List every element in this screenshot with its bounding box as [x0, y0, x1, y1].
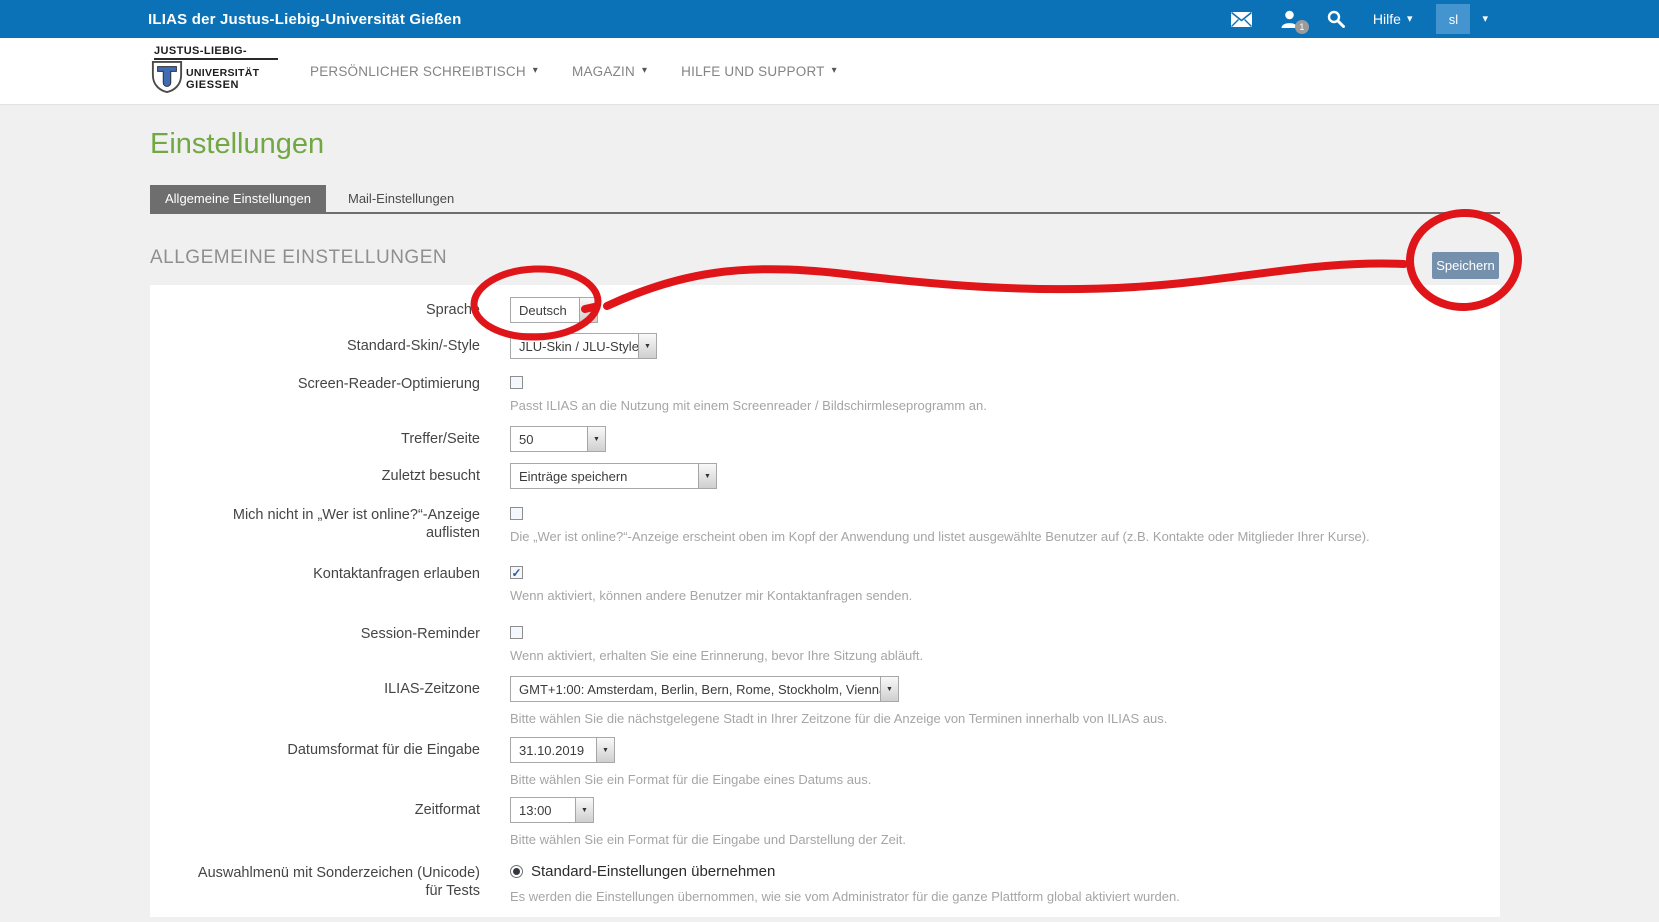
chevron-down-icon: ▾: [533, 66, 538, 76]
form-row-sonderzeichen: Auswahlmenü mit Sonderzeichen (Unicode) …: [150, 860, 1500, 905]
menu-item-label: MAGAZIN: [572, 64, 635, 79]
user-menu-button[interactable]: sl: [1436, 4, 1470, 34]
field-label: Zeitformat: [150, 797, 480, 848]
main-menu: PERSÖNLICHER SCHREIBTISCH ▾ MAGAZIN ▾ HI…: [310, 64, 837, 79]
form-row-treffer: Treffer/Seite 50 ▼: [150, 426, 1500, 452]
screenreader-checkbox[interactable]: ✓: [510, 376, 523, 389]
chevron-down-icon: ▼: [596, 738, 614, 762]
logo-line3: GIESSEN: [186, 79, 259, 91]
select-value: 50: [511, 427, 587, 451]
section-heading: ALLGEMEINE EINSTELLUNGEN: [150, 247, 1500, 269]
form-row-wer-ist-online: Mich nicht in „Wer ist online?“-Anzeige …: [150, 502, 1500, 545]
form-row-session-reminder: Session-Reminder ✓ Wenn aktiviert, erhal…: [150, 621, 1500, 664]
field-label: ILIAS-Zeitzone: [150, 676, 480, 727]
help-menu-button[interactable]: Hilfe ▾: [1359, 0, 1427, 38]
chevron-down-icon: ▼: [698, 464, 716, 488]
chevron-down-icon[interactable]: ▾: [1470, 14, 1500, 25]
session-reminder-checkbox[interactable]: ✓: [510, 626, 523, 639]
tab-allgemeine-einstellungen[interactable]: Allgemeine Einstellungen: [150, 185, 326, 212]
field-label: Zuletzt besucht: [150, 463, 480, 489]
zeitzone-select[interactable]: GMT+1:00: Amsterdam, Berlin, Bern, Rome,…: [510, 676, 899, 702]
top-bar: ILIAS der Justus-Liebig-Universität Gieß…: [0, 0, 1659, 38]
field-label-line2: auflisten: [150, 524, 480, 542]
wer-ist-online-checkbox[interactable]: ✓: [510, 507, 523, 520]
app-title: ILIAS der Justus-Liebig-Universität Gieß…: [148, 11, 461, 28]
field-help: Bitte wählen Sie ein Format für die Eing…: [510, 771, 871, 788]
save-button[interactable]: Speichern: [1432, 252, 1499, 279]
field-label: Mich nicht in „Wer ist online?“-Anzeige …: [150, 502, 480, 545]
logo-line1: JUSTUS-LIEBIG-: [154, 45, 278, 60]
select-value: Einträge speichern: [511, 464, 698, 488]
chevron-down-icon: ▾: [832, 66, 837, 76]
chevron-down-icon: ▼: [579, 298, 597, 322]
help-label: Hilfe: [1373, 11, 1401, 27]
field-help: Bitte wählen Sie die nächstgelegene Stad…: [510, 710, 1167, 727]
field-label: Sprache: [150, 297, 480, 323]
chevron-down-icon: ▼: [638, 334, 656, 358]
search-icon[interactable]: [1313, 0, 1359, 38]
skin-style-select[interactable]: JLU-Skin / JLU-Style ▼: [510, 333, 657, 359]
settings-form-panel: Sprache Deutsch ▼ Standard-Skin/-Style J…: [150, 285, 1500, 917]
menu-hilfe-und-support[interactable]: HILFE UND SUPPORT ▾: [681, 64, 837, 79]
field-help: Die „Wer ist online?“-Anzeige erscheint …: [510, 528, 1370, 545]
university-shield-icon: [150, 61, 184, 98]
select-value: Deutsch: [511, 298, 579, 322]
radio-option-label: Standard-Einstellungen übernehmen: [531, 863, 775, 880]
field-label: Screen-Reader-Optimierung: [150, 371, 480, 414]
chevron-down-icon: ▾: [1407, 14, 1413, 25]
main-navbar: JUSTUS-LIEBIG- UNIVERSITÄT GIESSEN PERSÖ…: [0, 38, 1659, 105]
mail-icon[interactable]: [1217, 0, 1266, 38]
page-title: Einstellungen: [150, 105, 1500, 161]
user-notifications-icon[interactable]: 1: [1266, 0, 1313, 38]
menu-item-label: HILFE UND SUPPORT: [681, 64, 824, 79]
field-label: Auswahlmenü mit Sonderzeichen (Unicode) …: [150, 860, 480, 905]
field-help: Wenn aktiviert, können andere Benutzer m…: [510, 587, 912, 604]
zeitformat-select[interactable]: 13:00 ▼: [510, 797, 594, 823]
datumsformat-select[interactable]: 31.10.2019 ▼: [510, 737, 615, 763]
tab-bar: Allgemeine Einstellungen Mail-Einstellun…: [150, 185, 1500, 214]
field-label-line2: für Tests: [150, 882, 480, 900]
menu-magazin[interactable]: MAGAZIN ▾: [572, 64, 647, 79]
field-label-line1: Mich nicht in „Wer ist online?“-Anzeige: [150, 506, 480, 524]
sprache-select[interactable]: Deutsch ▼: [510, 297, 598, 323]
zuletzt-besucht-select[interactable]: Einträge speichern ▼: [510, 463, 717, 489]
select-value: GMT+1:00: Amsterdam, Berlin, Bern, Rome,…: [511, 677, 880, 701]
field-label: Session-Reminder: [150, 621, 480, 664]
form-row-sprache: Sprache Deutsch ▼: [150, 297, 1500, 323]
check-icon: ✓: [511, 568, 521, 578]
logo-line2: UNIVERSITÄT: [186, 67, 259, 79]
field-help: Bitte wählen Sie ein Format für die Eing…: [510, 831, 906, 848]
field-label: Datumsformat für die Eingabe: [150, 737, 480, 788]
select-value: JLU-Skin / JLU-Style: [511, 334, 638, 358]
form-row-zeitformat: Zeitformat 13:00 ▼ Bitte wählen Sie ein …: [150, 797, 1500, 848]
menu-item-label: PERSÖNLICHER SCHREIBTISCH: [310, 64, 526, 79]
kontaktanfragen-checkbox[interactable]: ✓: [510, 566, 523, 579]
tab-mail-einstellungen[interactable]: Mail-Einstellungen: [326, 185, 476, 212]
field-help: Passt ILIAS an die Nutzung mit einem Scr…: [510, 397, 987, 414]
form-row-datumsformat: Datumsformat für die Eingabe 31.10.2019 …: [150, 737, 1500, 788]
form-row-zeitzone: ILIAS-Zeitzone GMT+1:00: Amsterdam, Berl…: [150, 676, 1500, 727]
chevron-down-icon: ▼: [587, 427, 605, 451]
notification-badge: 1: [1295, 20, 1309, 34]
standard-einstellungen-radio[interactable]: [510, 865, 523, 878]
field-help: Wenn aktiviert, erhalten Sie eine Erinne…: [510, 647, 923, 664]
form-row-skin: Standard-Skin/-Style JLU-Skin / JLU-Styl…: [150, 333, 1500, 359]
menu-persoenlicher-schreibtisch[interactable]: PERSÖNLICHER SCHREIBTISCH ▾: [310, 64, 538, 79]
chevron-down-icon: ▼: [575, 798, 593, 822]
field-label: Treffer/Seite: [150, 426, 480, 452]
form-row-zuletzt: Zuletzt besucht Einträge speichern ▼: [150, 463, 1500, 489]
chevron-down-icon: ▾: [642, 66, 647, 76]
treffer-select[interactable]: 50 ▼: [510, 426, 606, 452]
form-row-kontaktanfragen: Kontaktanfragen erlauben ✓ Wenn aktivier…: [150, 561, 1500, 604]
select-value: 13:00: [511, 798, 575, 822]
field-label: Kontaktanfragen erlauben: [150, 561, 480, 604]
university-logo[interactable]: JUSTUS-LIEBIG- UNIVERSITÄT GIESSEN: [150, 45, 278, 98]
field-label-line1: Auswahlmenü mit Sonderzeichen (Unicode): [150, 864, 480, 882]
field-label: Standard-Skin/-Style: [150, 333, 480, 359]
field-help: Es werden die Einstellungen übernommen, …: [510, 888, 1180, 905]
select-value: 31.10.2019: [511, 738, 596, 762]
chevron-down-icon: ▼: [880, 677, 898, 701]
main-content: Einstellungen Allgemeine Einstellungen M…: [150, 105, 1500, 917]
form-row-screenreader: Screen-Reader-Optimierung ✓ Passt ILIAS …: [150, 371, 1500, 414]
